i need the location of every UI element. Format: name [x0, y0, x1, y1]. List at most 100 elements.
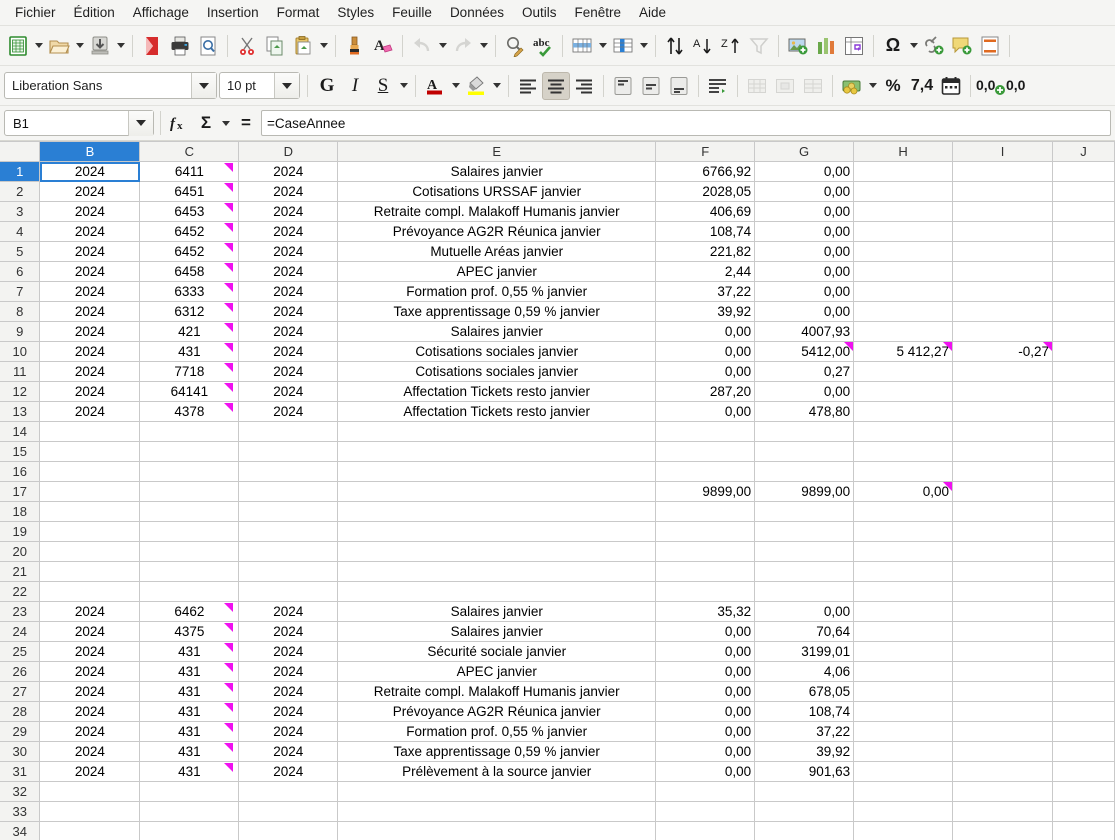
cell-C12[interactable]: 64141	[140, 382, 239, 402]
cell-H17[interactable]: 0,00	[854, 482, 953, 502]
format-as-date-button[interactable]	[937, 72, 965, 100]
cell-C28[interactable]: 431	[140, 702, 239, 722]
cell-D17[interactable]	[239, 482, 338, 502]
underline-button[interactable]: S	[369, 72, 397, 100]
cell-J11[interactable]	[1052, 362, 1114, 382]
cell-B5[interactable]: 2024	[40, 242, 140, 262]
cell-C18[interactable]	[140, 502, 239, 522]
cell-E31[interactable]: Prélèvement à la source janvier	[338, 762, 656, 782]
cell-F27[interactable]: 0,00	[656, 682, 755, 702]
spelling-icon[interactable]: abc	[529, 32, 557, 60]
cell-I4[interactable]	[953, 222, 1053, 242]
row-header-5[interactable]: 5	[0, 242, 40, 262]
cell-J19[interactable]	[1052, 522, 1114, 542]
cell-C27[interactable]: 431	[140, 682, 239, 702]
header-footer-icon[interactable]	[976, 32, 1004, 60]
menu-item-donnes[interactable]: Données	[441, 2, 513, 23]
print-preview-icon[interactable]	[194, 32, 222, 60]
cell-B16[interactable]	[40, 462, 140, 482]
cell-C33[interactable]	[140, 802, 239, 822]
open-document-icon[interactable]	[45, 32, 73, 60]
cell-B6[interactable]: 2024	[40, 262, 140, 282]
cell-F6[interactable]: 2,44	[656, 262, 755, 282]
cell-D7[interactable]: 2024	[239, 282, 338, 302]
cell-D28[interactable]: 2024	[239, 702, 338, 722]
menu-item-outils[interactable]: Outils	[513, 2, 566, 23]
font-size-box[interactable]: 10 pt	[219, 72, 300, 99]
cell-D25[interactable]: 2024	[239, 642, 338, 662]
cell-C6[interactable]: 6458	[140, 262, 239, 282]
cell-B12[interactable]: 2024	[40, 382, 140, 402]
cell-E18[interactable]	[338, 502, 656, 522]
cell-B10[interactable]: 2024	[40, 342, 140, 362]
cell-B9[interactable]: 2024	[40, 322, 140, 342]
cell-G5[interactable]: 0,00	[755, 242, 854, 262]
cell-C26[interactable]: 431	[140, 662, 239, 682]
underline-dropdown-arrow[interactable]	[397, 73, 410, 99]
cell-H11[interactable]	[854, 362, 953, 382]
cell-I30[interactable]	[953, 742, 1053, 762]
cell-J17[interactable]	[1052, 482, 1114, 502]
cell-B22[interactable]	[40, 582, 140, 602]
cell-H31[interactable]	[854, 762, 953, 782]
cell-C17[interactable]	[140, 482, 239, 502]
cell-C15[interactable]	[140, 442, 239, 462]
menu-item-aide[interactable]: Aide	[630, 2, 675, 23]
column-header-F[interactable]: F	[656, 142, 755, 162]
cell-C10[interactable]: 431	[140, 342, 239, 362]
column-header-G[interactable]: G	[755, 142, 854, 162]
cell-F20[interactable]	[656, 542, 755, 562]
cell-D11[interactable]: 2024	[239, 362, 338, 382]
cell-I33[interactable]	[953, 802, 1053, 822]
column-header-C[interactable]: C	[140, 142, 239, 162]
row-header-10[interactable]: 10	[0, 342, 40, 362]
cell-G16[interactable]	[755, 462, 854, 482]
cell-B8[interactable]: 2024	[40, 302, 140, 322]
cell-C3[interactable]: 6453	[140, 202, 239, 222]
paste-icon[interactable]	[289, 32, 317, 60]
row-header-3[interactable]: 3	[0, 202, 40, 222]
cell-B11[interactable]: 2024	[40, 362, 140, 382]
cell-G13[interactable]: 478,80	[755, 402, 854, 422]
cell-D13[interactable]: 2024	[239, 402, 338, 422]
cell-C29[interactable]: 431	[140, 722, 239, 742]
cell-B33[interactable]	[40, 802, 140, 822]
cell-J31[interactable]	[1052, 762, 1114, 782]
pivot-table-icon[interactable]	[840, 32, 868, 60]
align-bottom-button[interactable]	[665, 72, 693, 100]
cell-G4[interactable]: 0,00	[755, 222, 854, 242]
row-header-27[interactable]: 27	[0, 682, 40, 702]
column-header-H[interactable]: H	[854, 142, 953, 162]
cell-E22[interactable]	[338, 582, 656, 602]
row-header-31[interactable]: 31	[0, 762, 40, 782]
cell-I21[interactable]	[953, 562, 1053, 582]
cell-I2[interactable]	[953, 182, 1053, 202]
cell-F11[interactable]: 0,00	[656, 362, 755, 382]
unmerge-cells-button[interactable]	[799, 72, 827, 100]
cell-H22[interactable]	[854, 582, 953, 602]
cell-J5[interactable]	[1052, 242, 1114, 262]
cell-I17[interactable]	[953, 482, 1053, 502]
cell-J25[interactable]	[1052, 642, 1114, 662]
cell-J3[interactable]	[1052, 202, 1114, 222]
cell-J24[interactable]	[1052, 622, 1114, 642]
name-box[interactable]: B1	[4, 110, 154, 136]
menu-item-format[interactable]: Format	[268, 2, 329, 23]
cell-D15[interactable]	[239, 442, 338, 462]
row-header-4[interactable]: 4	[0, 222, 40, 242]
cell-I27[interactable]	[953, 682, 1053, 702]
add-decimal-place-button[interactable]: 0,0	[976, 72, 1006, 100]
cell-H27[interactable]	[854, 682, 953, 702]
column-header-J[interactable]: J	[1052, 142, 1114, 162]
cell-F1[interactable]: 6766,92	[656, 162, 755, 182]
cell-G33[interactable]	[755, 802, 854, 822]
menu-item-dition[interactable]: Édition	[65, 2, 124, 23]
merge-and-center-cells-button[interactable]	[743, 72, 771, 100]
cell-E34[interactable]	[338, 822, 656, 840]
cell-I20[interactable]	[953, 542, 1053, 562]
cell-H10[interactable]: 5 412,27	[854, 342, 953, 362]
cell-C8[interactable]: 6312	[140, 302, 239, 322]
special-character-dropdown-arrow[interactable]	[907, 33, 920, 59]
cell-F22[interactable]	[656, 582, 755, 602]
cell-C14[interactable]	[140, 422, 239, 442]
